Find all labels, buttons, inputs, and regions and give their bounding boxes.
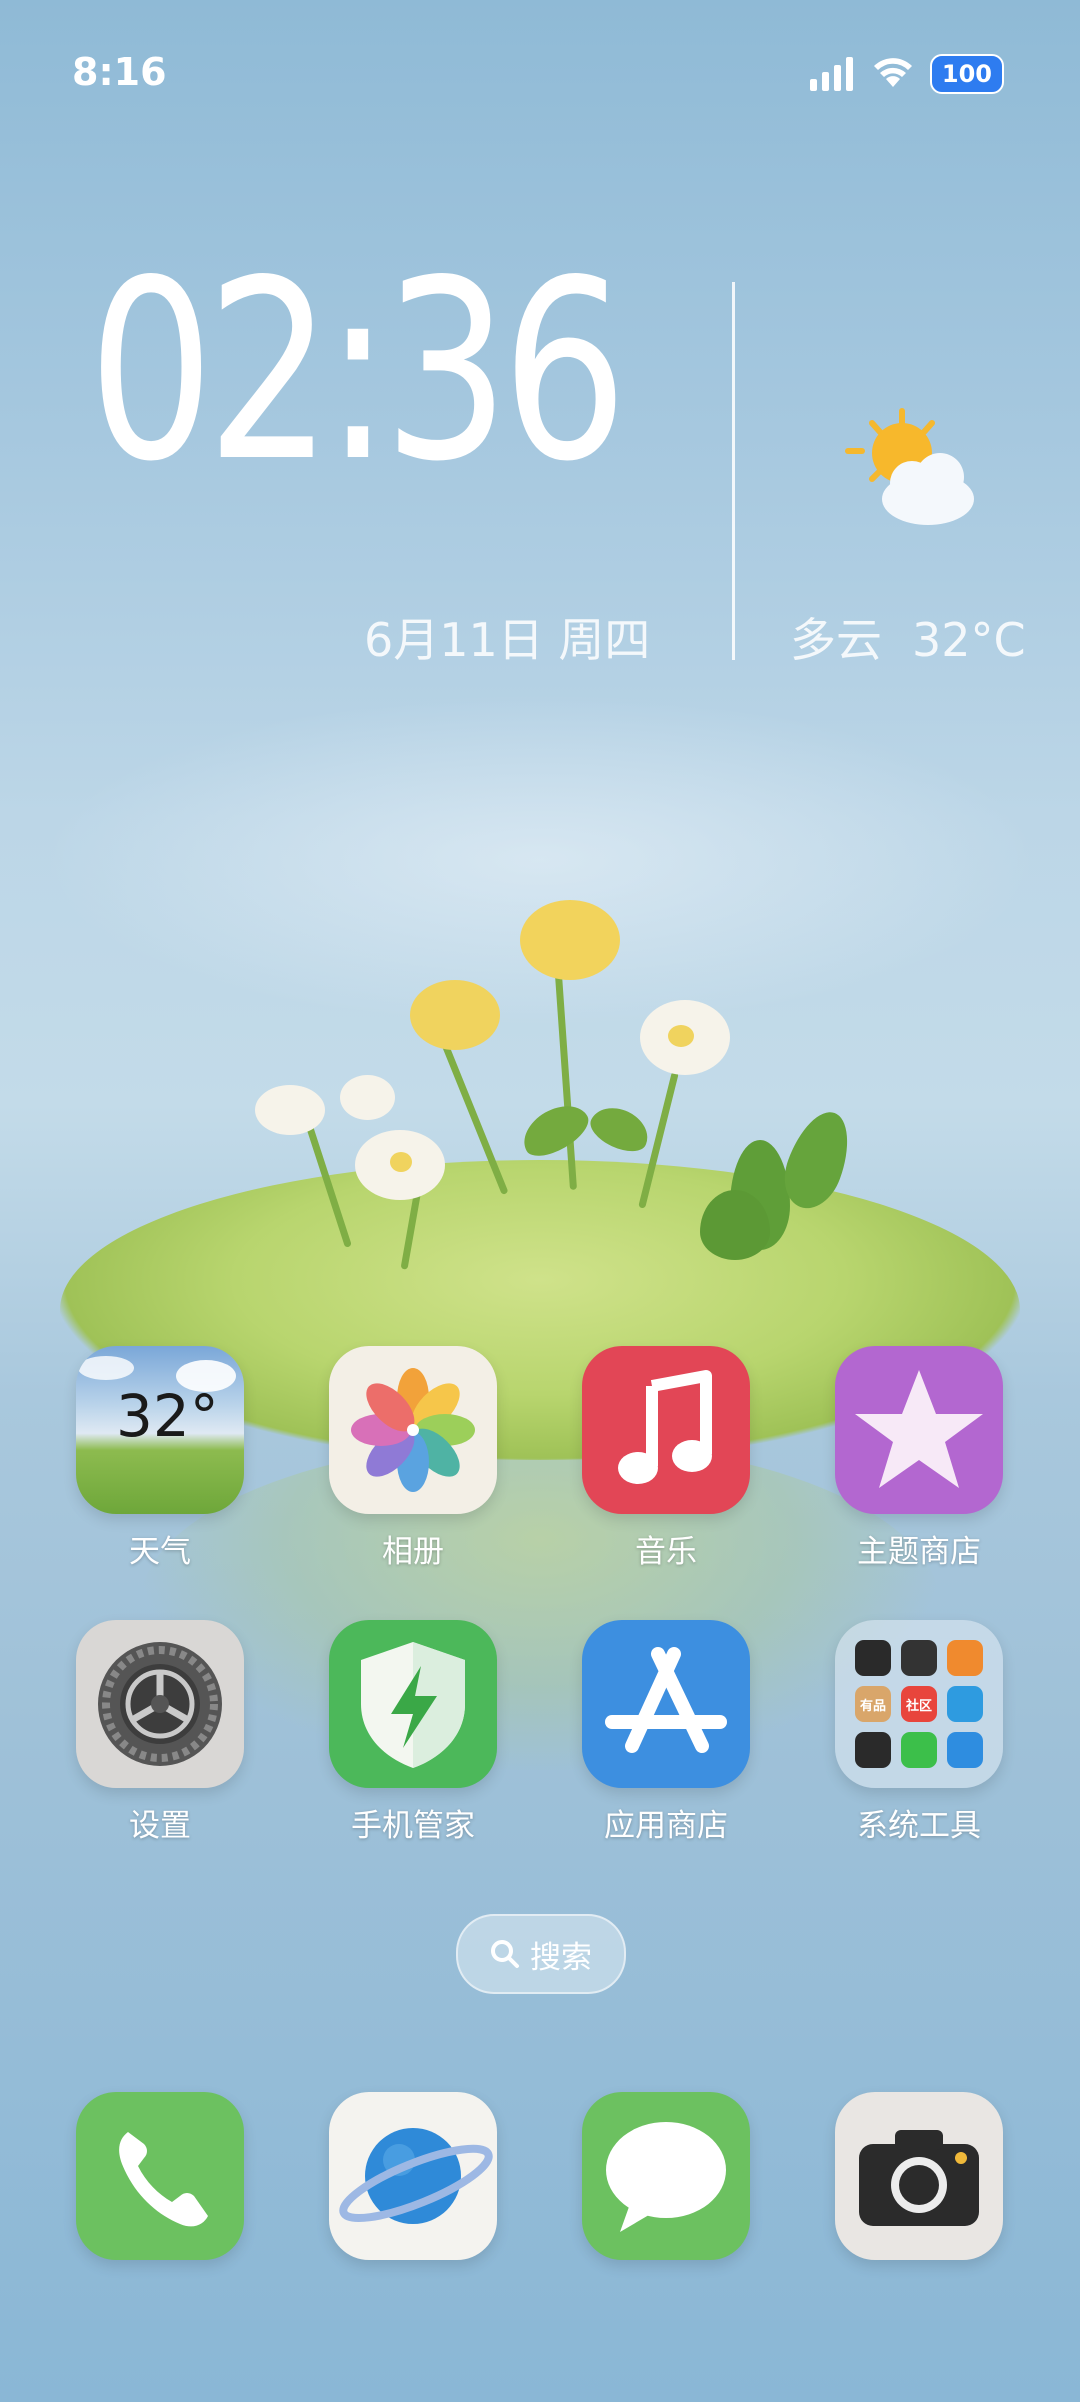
planet-icon[interactable] — [329, 2092, 497, 2260]
battery-icon: 100 — [929, 54, 1004, 94]
app-app-store[interactable]: 应用商店 — [582, 1620, 750, 1845]
app-system-tools[interactable]: 有品 社区 系统工具 — [835, 1620, 1003, 1845]
app-photos[interactable]: 相册 — [329, 1346, 497, 1571]
dock-browser[interactable] — [329, 2092, 497, 2260]
weather-temperature: 32°C — [912, 613, 1026, 667]
folder-preview-grid: 有品 社区 — [855, 1640, 983, 1768]
app-music[interactable]: 音乐 — [582, 1346, 750, 1571]
star-icon[interactable] — [835, 1346, 1003, 1514]
weather-icon[interactable]: 32° — [76, 1346, 244, 1514]
app-label: 手机管家 — [351, 1808, 475, 1844]
app-settings[interactable]: 设置 — [76, 1620, 244, 1845]
clock-date: 6月11日 周四 — [364, 613, 651, 667]
search-label: 搜索 — [530, 1939, 592, 1976]
status-icons: 100 — [809, 54, 1004, 94]
wallpaper-haze — [0, 680, 1080, 1040]
weather-icon-temp: 32° — [116, 1382, 219, 1450]
music-note-icon[interactable] — [582, 1346, 750, 1514]
app-label: 设置 — [129, 1808, 191, 1844]
gear-icon[interactable] — [76, 1620, 244, 1788]
compass-mini-icon — [947, 1732, 983, 1768]
book-mini-icon — [947, 1640, 983, 1676]
app-weather[interactable]: 32° 天气 — [76, 1346, 244, 1571]
dial-mini-icon — [901, 1640, 937, 1676]
message-bubble-icon[interactable] — [582, 2092, 750, 2260]
app-store-icon[interactable] — [582, 1620, 750, 1788]
scan-mini-icon — [855, 1732, 891, 1768]
app-label: 音乐 — [635, 1534, 697, 1570]
wallpaper-reflection — [140, 1440, 940, 1770]
status-time: 8:16 — [72, 50, 167, 94]
partly-cloudy-icon[interactable] — [840, 405, 980, 535]
dock-camera[interactable] — [835, 2092, 1003, 2260]
search-button[interactable]: 搜索 — [456, 1914, 626, 1994]
signal-icon — [809, 57, 853, 91]
wifi-icon — [873, 58, 912, 87]
app-label: 应用商店 — [604, 1808, 728, 1844]
weather-condition: 多云 — [790, 613, 882, 667]
weather-summary[interactable]: 多云 32°C — [790, 604, 1026, 670]
transfer-mini-icon — [947, 1686, 983, 1722]
widget-divider — [732, 282, 735, 660]
youpin-mini-icon: 有品 — [855, 1686, 891, 1722]
clock-time[interactable]: 02:36 — [88, 248, 628, 496]
app-label: 主题商店 — [857, 1534, 981, 1570]
folder-icon[interactable]: 有品 社区 — [835, 1620, 1003, 1788]
app-label: 天气 — [129, 1534, 191, 1570]
app-label: 相册 — [382, 1534, 444, 1570]
community-mini-icon: 社区 — [901, 1686, 937, 1722]
dock-phone[interactable] — [76, 2092, 244, 2260]
search-icon — [491, 1940, 519, 1968]
dock-messages[interactable] — [582, 2092, 750, 2260]
camera-icon[interactable] — [835, 2092, 1003, 2260]
app-phone-manager[interactable]: 手机管家 — [329, 1620, 497, 1845]
shield-bolt-icon[interactable] — [329, 1620, 497, 1788]
phone-icon[interactable] — [76, 2092, 244, 2260]
wallpaper-flowers — [0, 0, 1080, 1400]
app-label: 系统工具 — [857, 1808, 981, 1844]
photos-icon[interactable] — [329, 1346, 497, 1514]
findphone-mini-icon — [901, 1732, 937, 1768]
wallet-mini-icon — [855, 1640, 891, 1676]
app-theme-store[interactable]: 主题商店 — [835, 1346, 1003, 1571]
